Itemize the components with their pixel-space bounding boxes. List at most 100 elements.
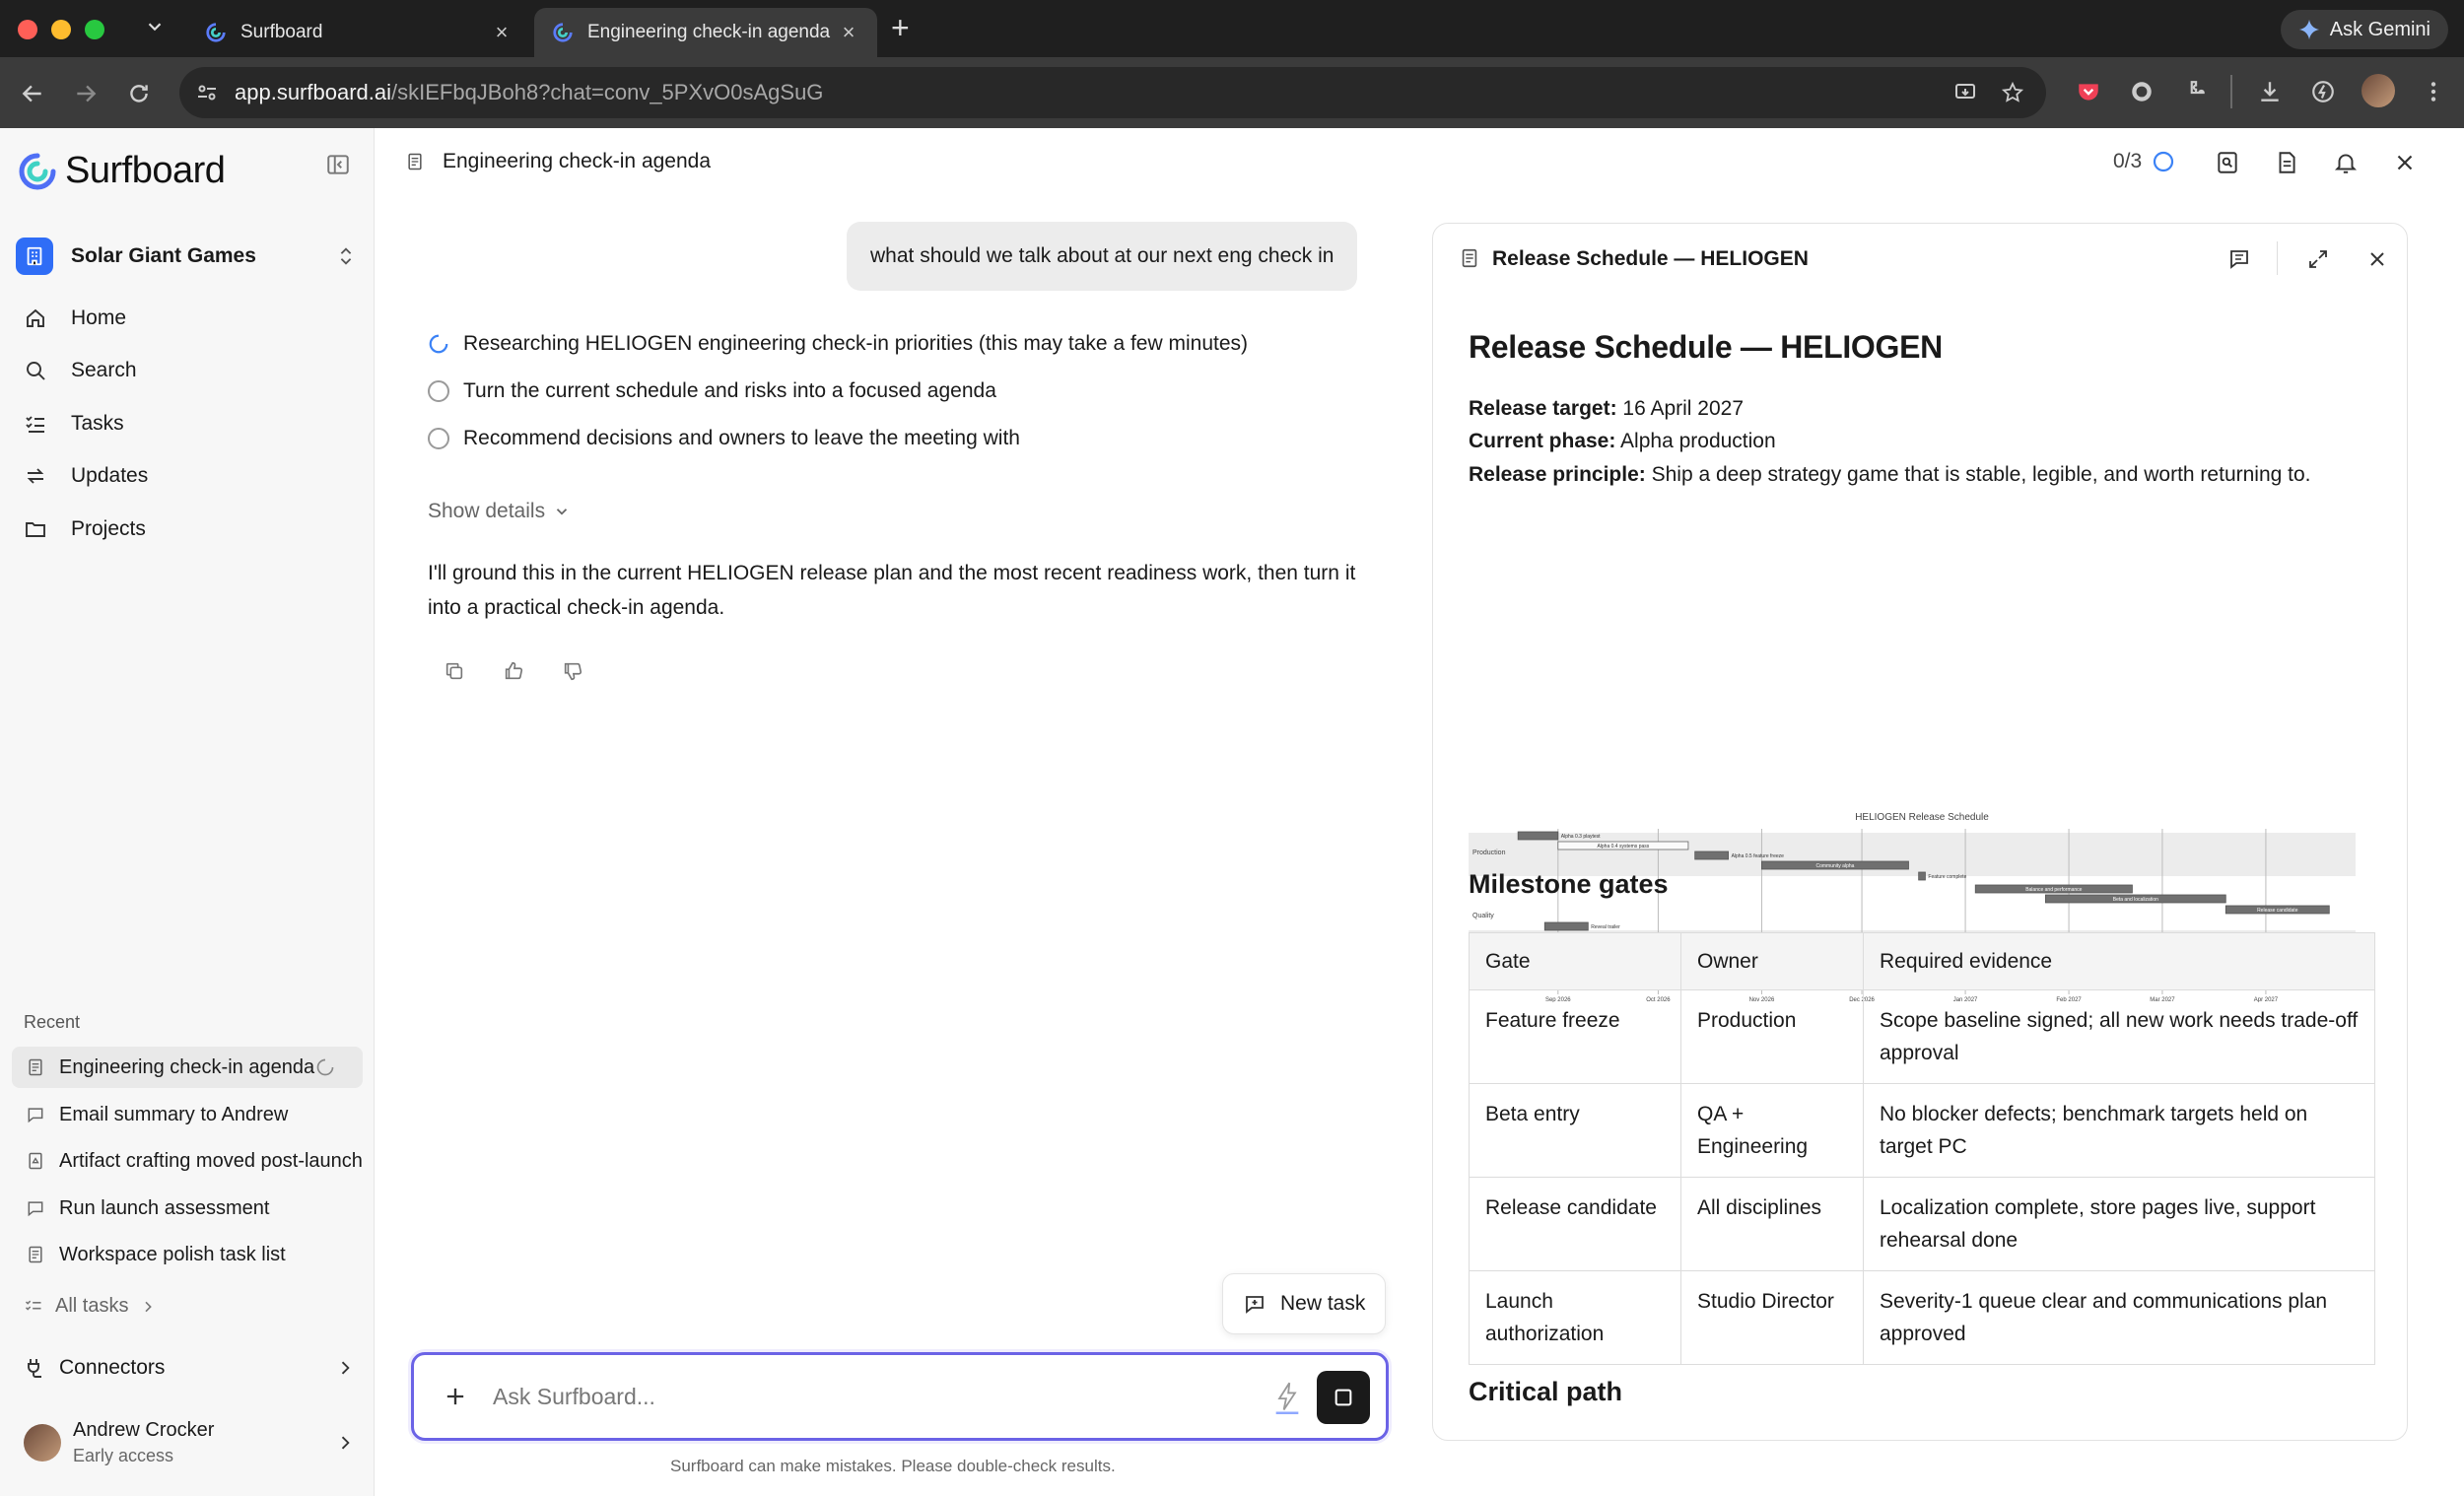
expand-icon[interactable] (2306, 247, 2330, 271)
workspace-switcher[interactable]: Solar Giant Games (16, 231, 357, 282)
close-window-button[interactable] (18, 20, 37, 39)
pending-circle-icon (428, 380, 449, 402)
assistant-message: I'll ground this in the current HELIOGEN… (428, 562, 1356, 619)
recent-item[interactable]: Engineering check-in agenda (12, 1047, 363, 1088)
column-header: Gate (1469, 932, 1681, 990)
lightning-icon[interactable] (1273, 1381, 1301, 1414)
artifact-icon (29, 1152, 42, 1170)
attach-plus-icon[interactable] (442, 1383, 469, 1410)
thumbs-down-icon[interactable] (562, 660, 583, 682)
thumbs-up-icon[interactable] (503, 660, 524, 682)
meta-value: 16 April 2027 (1622, 397, 1745, 420)
close-icon[interactable] (2392, 150, 2418, 175)
table-row: Release candidate All disciplines Locali… (1469, 1177, 2375, 1271)
bookmark-star-icon[interactable] (2001, 81, 2024, 104)
user-profile-button[interactable]: Andrew Crocker Early access (24, 1419, 355, 1466)
extension-icon[interactable] (2129, 79, 2155, 104)
table-cell: All disciplines (1680, 1177, 1864, 1271)
forward-icon[interactable] (73, 81, 99, 106)
url-host: app.surfboard.ai (235, 80, 391, 104)
comments-icon[interactable] (2227, 247, 2251, 271)
tab-search-icon[interactable] (144, 16, 166, 37)
close-tab-icon[interactable]: × (838, 22, 859, 43)
meta-label: Release principle: (1469, 463, 1646, 486)
minimize-window-button[interactable] (51, 20, 71, 39)
sidebar-item-search[interactable]: Search (16, 348, 357, 393)
task-label: Feature complete (1928, 874, 1966, 880)
downloads-icon[interactable] (2257, 79, 2283, 104)
browser-menu-icon[interactable] (2421, 79, 2446, 104)
back-icon[interactable] (20, 81, 45, 106)
browser-toolbar: app.surfboard.ai/skIEFbqJBoh8?chat=conv_… (0, 57, 2464, 128)
browser-tab-bar: Surfboard × Engineering check-in agenda … (0, 0, 2464, 57)
address-bar[interactable]: app.surfboard.ai/skIEFbqJBoh8?chat=conv_… (179, 67, 2046, 118)
recent-item-label: Artifact crafting moved post-launch (59, 1149, 363, 1172)
surfboard-logo[interactable]: Surfboard (18, 150, 226, 192)
preview-icon[interactable] (2215, 150, 2240, 175)
connectors-button[interactable]: Connectors (24, 1356, 355, 1380)
chevron-down-icon (556, 509, 568, 515)
disclaimer-text: Surfboard can make mistakes. Please doub… (670, 1457, 1116, 1475)
artifact-document-icon[interactable] (2274, 150, 2299, 175)
plan-step-text: Turn the current schedule and risks into… (463, 379, 996, 402)
sidebar-item-label: Projects (71, 517, 146, 540)
lane-label: Quality (1472, 913, 1494, 919)
task-progress[interactable]: 0/3 (2113, 150, 2175, 173)
new-task-button[interactable]: New task (1222, 1273, 1387, 1334)
recent-item[interactable]: Artifact crafting moved post-launch (12, 1140, 363, 1182)
recent-item[interactable]: Workspace polish task list (12, 1234, 363, 1275)
recent-item[interactable]: Run launch assessment (12, 1188, 363, 1229)
user-plan: Early access (73, 1446, 174, 1465)
recent-item-label: Workspace polish task list (59, 1243, 286, 1265)
maximize-window-button[interactable] (85, 20, 104, 39)
sidebar: Surfboard Solar Giant Games Home Search … (0, 128, 375, 1496)
chart-title: HELIOGEN Release Schedule (1855, 812, 1989, 823)
sidebar-item-label: Search (71, 359, 137, 381)
meta-label: Current phase: (1469, 430, 1616, 452)
new-task-icon (1246, 1296, 1264, 1314)
table-row: Launch authorization Studio Director Sev… (1469, 1270, 2375, 1365)
table-cell: Launch authorization (1469, 1270, 1681, 1365)
loading-spinner-icon (429, 334, 448, 354)
table-cell: Localization complete, store pages live,… (1863, 1177, 2375, 1271)
ask-gemini-label: Ask Gemini (2329, 18, 2430, 40)
performance-icon[interactable] (2310, 79, 2336, 104)
browser-tab-engineering-check-in[interactable]: Engineering check-in agenda × (534, 8, 877, 57)
sidebar-item-updates[interactable]: Updates (16, 453, 357, 499)
document-heading: Release Schedule — HELIOGEN (1469, 329, 1943, 365)
new-tab-button[interactable]: + (891, 12, 910, 43)
copy-icon[interactable] (444, 660, 465, 682)
notifications-bell-icon[interactable] (2333, 150, 2359, 175)
tasks-icon (25, 1300, 41, 1311)
stop-generation-button[interactable] (1317, 1371, 1370, 1424)
sidebar-item-home[interactable]: Home (16, 296, 357, 341)
task-label: Reveal trailer (1591, 924, 1620, 930)
surfboard-favicon-icon (553, 23, 573, 42)
task-bar (1694, 850, 1729, 860)
table-cell: Production (1680, 989, 1864, 1084)
collapse-sidebar-icon[interactable] (325, 152, 351, 177)
close-panel-icon[interactable] (2365, 247, 2389, 271)
install-app-icon[interactable] (1953, 81, 1977, 104)
column-header: Owner (1680, 932, 1864, 990)
sidebar-item-projects[interactable]: Projects (16, 507, 357, 552)
close-tab-icon[interactable]: × (491, 22, 513, 43)
pocket-extension-icon[interactable] (2076, 79, 2101, 104)
sidebar-item-tasks[interactable]: Tasks (16, 401, 357, 446)
logo-text: Surfboard (65, 150, 226, 191)
ask-gemini-button[interactable]: Ask Gemini (2280, 10, 2448, 49)
chevron-up-down-icon (340, 247, 352, 265)
ask-input[interactable] (493, 1379, 1084, 1414)
show-details-toggle[interactable]: Show details (428, 500, 571, 523)
reload-icon[interactable] (126, 81, 152, 106)
puzzle-extensions-icon[interactable] (2182, 79, 2208, 104)
milestone-gates-table: Gate Owner Required evidence Feature fre… (1469, 932, 2375, 1365)
site-settings-icon[interactable] (195, 81, 219, 104)
recent-item[interactable]: Email summary to Andrew (12, 1094, 363, 1135)
browser-tab-surfboard[interactable]: Surfboard × (187, 8, 530, 57)
browser-profile-avatar[interactable] (2361, 74, 2395, 107)
recent-section-label: Recent (24, 1012, 81, 1032)
chat-icon (28, 1108, 43, 1123)
column-header: Required evidence (1863, 932, 2375, 990)
all-tasks-link[interactable]: All tasks (24, 1295, 156, 1318)
